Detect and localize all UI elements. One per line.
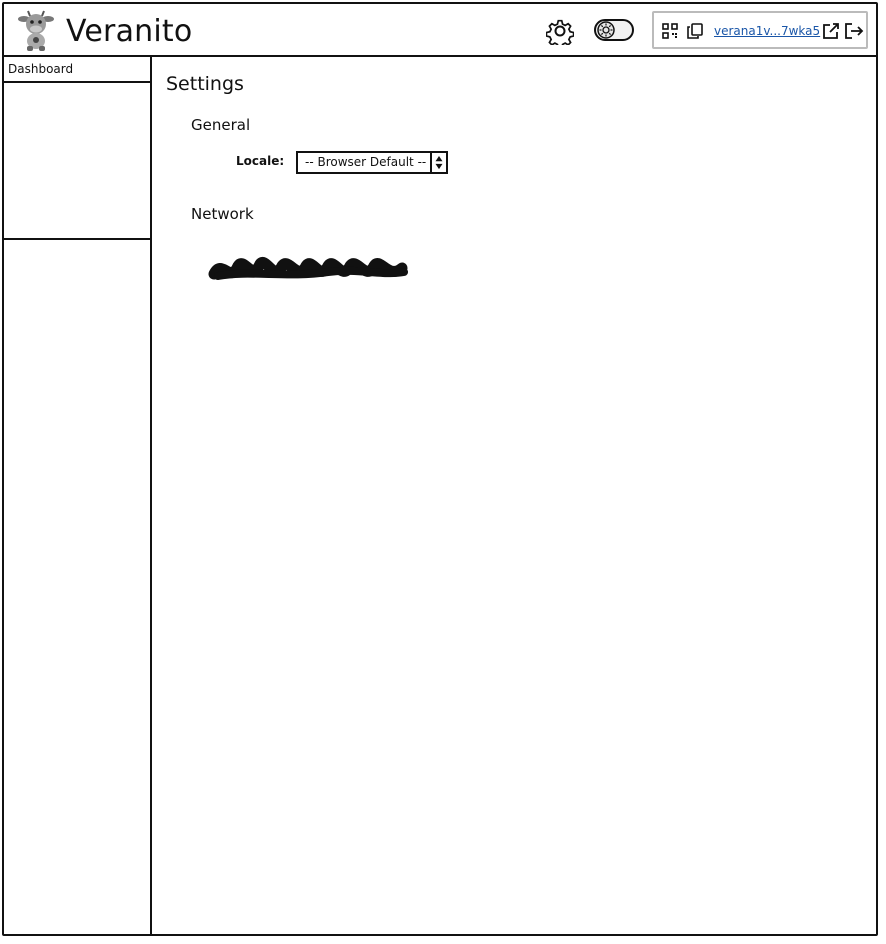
gear-icon[interactable]: [546, 17, 574, 45]
sidebar-panel: [2, 83, 150, 240]
locale-selected-value: -- Browser Default --: [305, 155, 427, 169]
locale-label: Locale:: [236, 154, 285, 168]
logout-icon[interactable]: [844, 22, 864, 40]
qr-code-icon[interactable]: [662, 23, 678, 39]
network-section-heading: Network: [191, 205, 254, 223]
sidebar: Dashboard: [2, 57, 152, 936]
external-link-icon[interactable]: [822, 22, 840, 40]
app-title: Veranito: [66, 14, 193, 49]
locale-select[interactable]: -- Browser Default --: [296, 151, 448, 174]
cow-mascot-logo: [18, 10, 54, 51]
header: Veranito verana1v...7wka5: [2, 2, 878, 57]
redacted-scribble: [208, 256, 408, 280]
sidebar-item-dashboard[interactable]: Dashboard: [2, 57, 150, 83]
theme-toggle-icon[interactable]: [594, 18, 634, 42]
copy-icon[interactable]: [686, 22, 704, 40]
page-title: Settings: [166, 73, 244, 95]
wallet-address-link[interactable]: verana1v...7wka5: [714, 24, 820, 38]
select-arrows-icon: [430, 153, 443, 172]
general-section-heading: General: [191, 116, 251, 134]
account-panel: verana1v...7wka5: [652, 11, 868, 49]
